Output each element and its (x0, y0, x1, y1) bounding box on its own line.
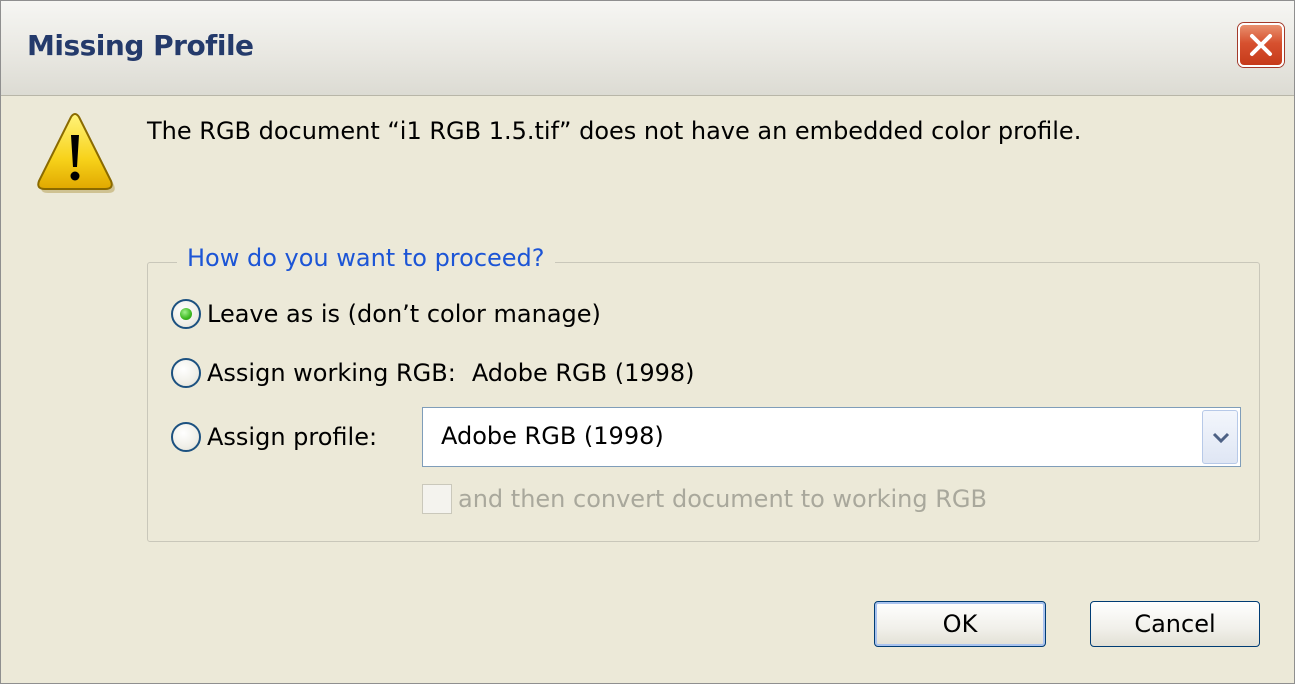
profile-select-dropdown-button[interactable] (1202, 410, 1238, 464)
missing-profile-dialog: Missing Profile The RGB document “i1 RGB… (0, 0, 1295, 684)
dialog-title: Missing Profile (27, 29, 254, 62)
close-button[interactable] (1238, 23, 1284, 67)
convert-checkbox (422, 484, 452, 514)
convert-checkbox-label: and then convert document to working RGB (458, 485, 987, 513)
option-assign-profile[interactable]: Assign profile: (171, 422, 377, 452)
cancel-button[interactable]: Cancel (1090, 601, 1260, 647)
option-leave-as-is-label: Leave as is (don’t color manage) (207, 300, 601, 328)
profile-select[interactable]: Adobe RGB (1998) (422, 407, 1241, 467)
radio-leave-as-is[interactable] (171, 299, 201, 329)
option-assign-working-rgb[interactable]: Assign working RGB: Adobe RGB (1998) (171, 358, 695, 388)
working-rgb-value: Adobe RGB (1998) (471, 359, 695, 387)
warning-icon (35, 111, 115, 199)
option-assign-profile-label: Assign profile: (207, 423, 378, 451)
option-assign-working-rgb-label: Assign working RGB: (207, 359, 456, 387)
groupbox-legend: How do you want to proceed? (177, 244, 555, 272)
ok-button[interactable]: OK (874, 601, 1046, 647)
chevron-down-icon (1212, 432, 1230, 444)
title-bar[interactable]: Missing Profile (1, 1, 1294, 96)
radio-assign-profile[interactable] (171, 422, 201, 452)
profile-select-value: Adobe RGB (1998) (441, 422, 664, 450)
radio-assign-working-rgb[interactable] (171, 358, 201, 388)
convert-option: and then convert document to working RGB (422, 484, 987, 514)
close-icon (1250, 34, 1272, 56)
message-text: The RGB document “i1 RGB 1.5.tif” does n… (147, 117, 1082, 145)
option-leave-as-is[interactable]: Leave as is (don’t color manage) (171, 299, 601, 329)
